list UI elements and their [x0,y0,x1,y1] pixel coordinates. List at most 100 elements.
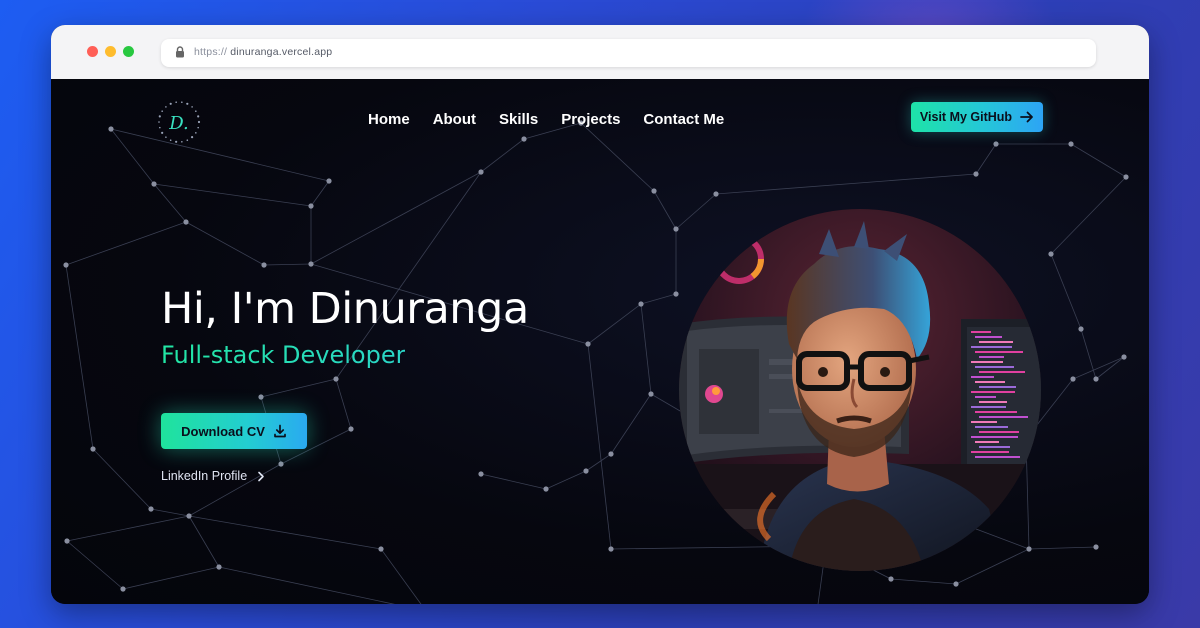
linkedin-link[interactable]: LinkedIn Profile [161,469,265,483]
code-line [971,406,1006,408]
code-line [975,366,1014,368]
address-bar[interactable]: https:// dinuranga.vercel.app [161,39,1096,67]
network-line [1095,356,1125,380]
network-line [610,393,652,455]
url-host: dinuranga.vercel.app [230,46,333,58]
network-line [110,128,330,182]
network-node [151,181,157,187]
logo-ring-dot [186,102,189,105]
network-node [478,169,484,175]
logo-ring-dot [181,140,183,143]
network-line [585,453,612,472]
network-node [1093,376,1099,382]
network-line [587,303,642,345]
logo-ring-dot [195,132,197,134]
code-line [979,431,1019,433]
network-node [183,219,189,225]
nav-about[interactable]: About [433,111,476,128]
nav-skills[interactable]: Skills [499,111,538,128]
network-line [480,138,525,173]
network-line [122,566,220,590]
close-window-button[interactable] [87,46,98,57]
network-node [378,546,384,552]
code-line [975,426,1008,428]
logo-ring-dot [195,110,197,112]
network-node [63,262,69,268]
network-line [640,293,677,305]
network-line [110,128,155,185]
nav-projects[interactable]: Projects [561,111,620,128]
code-line [979,341,1013,343]
network-node [326,178,332,184]
code-line [979,446,1010,448]
network-node [608,546,614,552]
minimize-window-button[interactable] [105,46,116,57]
network-node [608,451,614,457]
site-logo[interactable]: D. [156,99,202,145]
code-line [979,386,1016,388]
linkedin-label: LinkedIn Profile [161,469,248,483]
network-line [188,515,220,568]
download-icon [274,424,286,438]
code-line [975,351,1023,353]
hero-subtitle: Full-stack Developer [161,341,406,369]
network-node [888,576,894,582]
url-text: https:// dinuranga.vercel.app [194,46,332,58]
network-line [92,448,152,510]
profile-avatar [679,209,1041,571]
network-line [65,221,187,266]
url-scheme: https:// [194,46,228,58]
network-node [348,426,354,432]
network-node [993,141,999,147]
network-line [150,508,190,517]
nav-home[interactable]: Home [368,111,410,128]
hero-title: Hi, I'm Dinuranga [161,284,529,334]
browser-toolbar: https:// dinuranga.vercel.app [51,25,1149,80]
code-line [975,336,1002,338]
network-line [66,540,124,590]
network-node [186,513,192,519]
network-node [638,301,644,307]
network-node [713,191,719,197]
code-line [979,356,1004,358]
network-node [648,391,654,397]
network-node [258,394,264,400]
download-cv-button[interactable]: Download CV [161,413,307,449]
download-cv-label: Download CV [181,423,265,439]
logo-ring-dot [169,139,172,141]
arrow-right-icon [1020,111,1033,123]
network-line [580,122,655,192]
network-node [1121,354,1127,360]
code-line [971,376,994,378]
network-node [308,261,314,267]
network-line [260,378,337,398]
network-line [640,303,652,395]
network-line [188,515,382,550]
logo-ring-dot [159,126,161,129]
network-line [545,470,587,490]
logo-ring-dot [181,101,183,104]
maximize-window-button[interactable] [123,46,134,57]
code-line [971,361,1003,363]
logo-ring-dot [190,136,194,139]
network-line [153,183,187,223]
network-line [587,343,612,550]
nav-contact-me[interactable]: Contact Me [643,111,724,128]
code-line [971,391,1015,393]
github-button[interactable]: Visit My GitHub [911,102,1043,132]
code-line [975,411,1017,413]
logo-ring-dot [165,136,167,138]
code-line [971,451,1009,453]
network-line [1050,176,1127,255]
chevron-right-icon [258,471,264,481]
network-line [66,515,190,542]
browser-window: https:// dinuranga.vercel.app D. Home Ab… [51,25,1149,604]
network-node [1093,544,1099,550]
network-node [1026,546,1032,552]
network-node [108,126,114,132]
logo-ring-dot [186,139,189,141]
network-line [185,221,265,266]
network-node [333,376,339,382]
network-line [335,378,352,430]
network-node [1068,141,1074,147]
